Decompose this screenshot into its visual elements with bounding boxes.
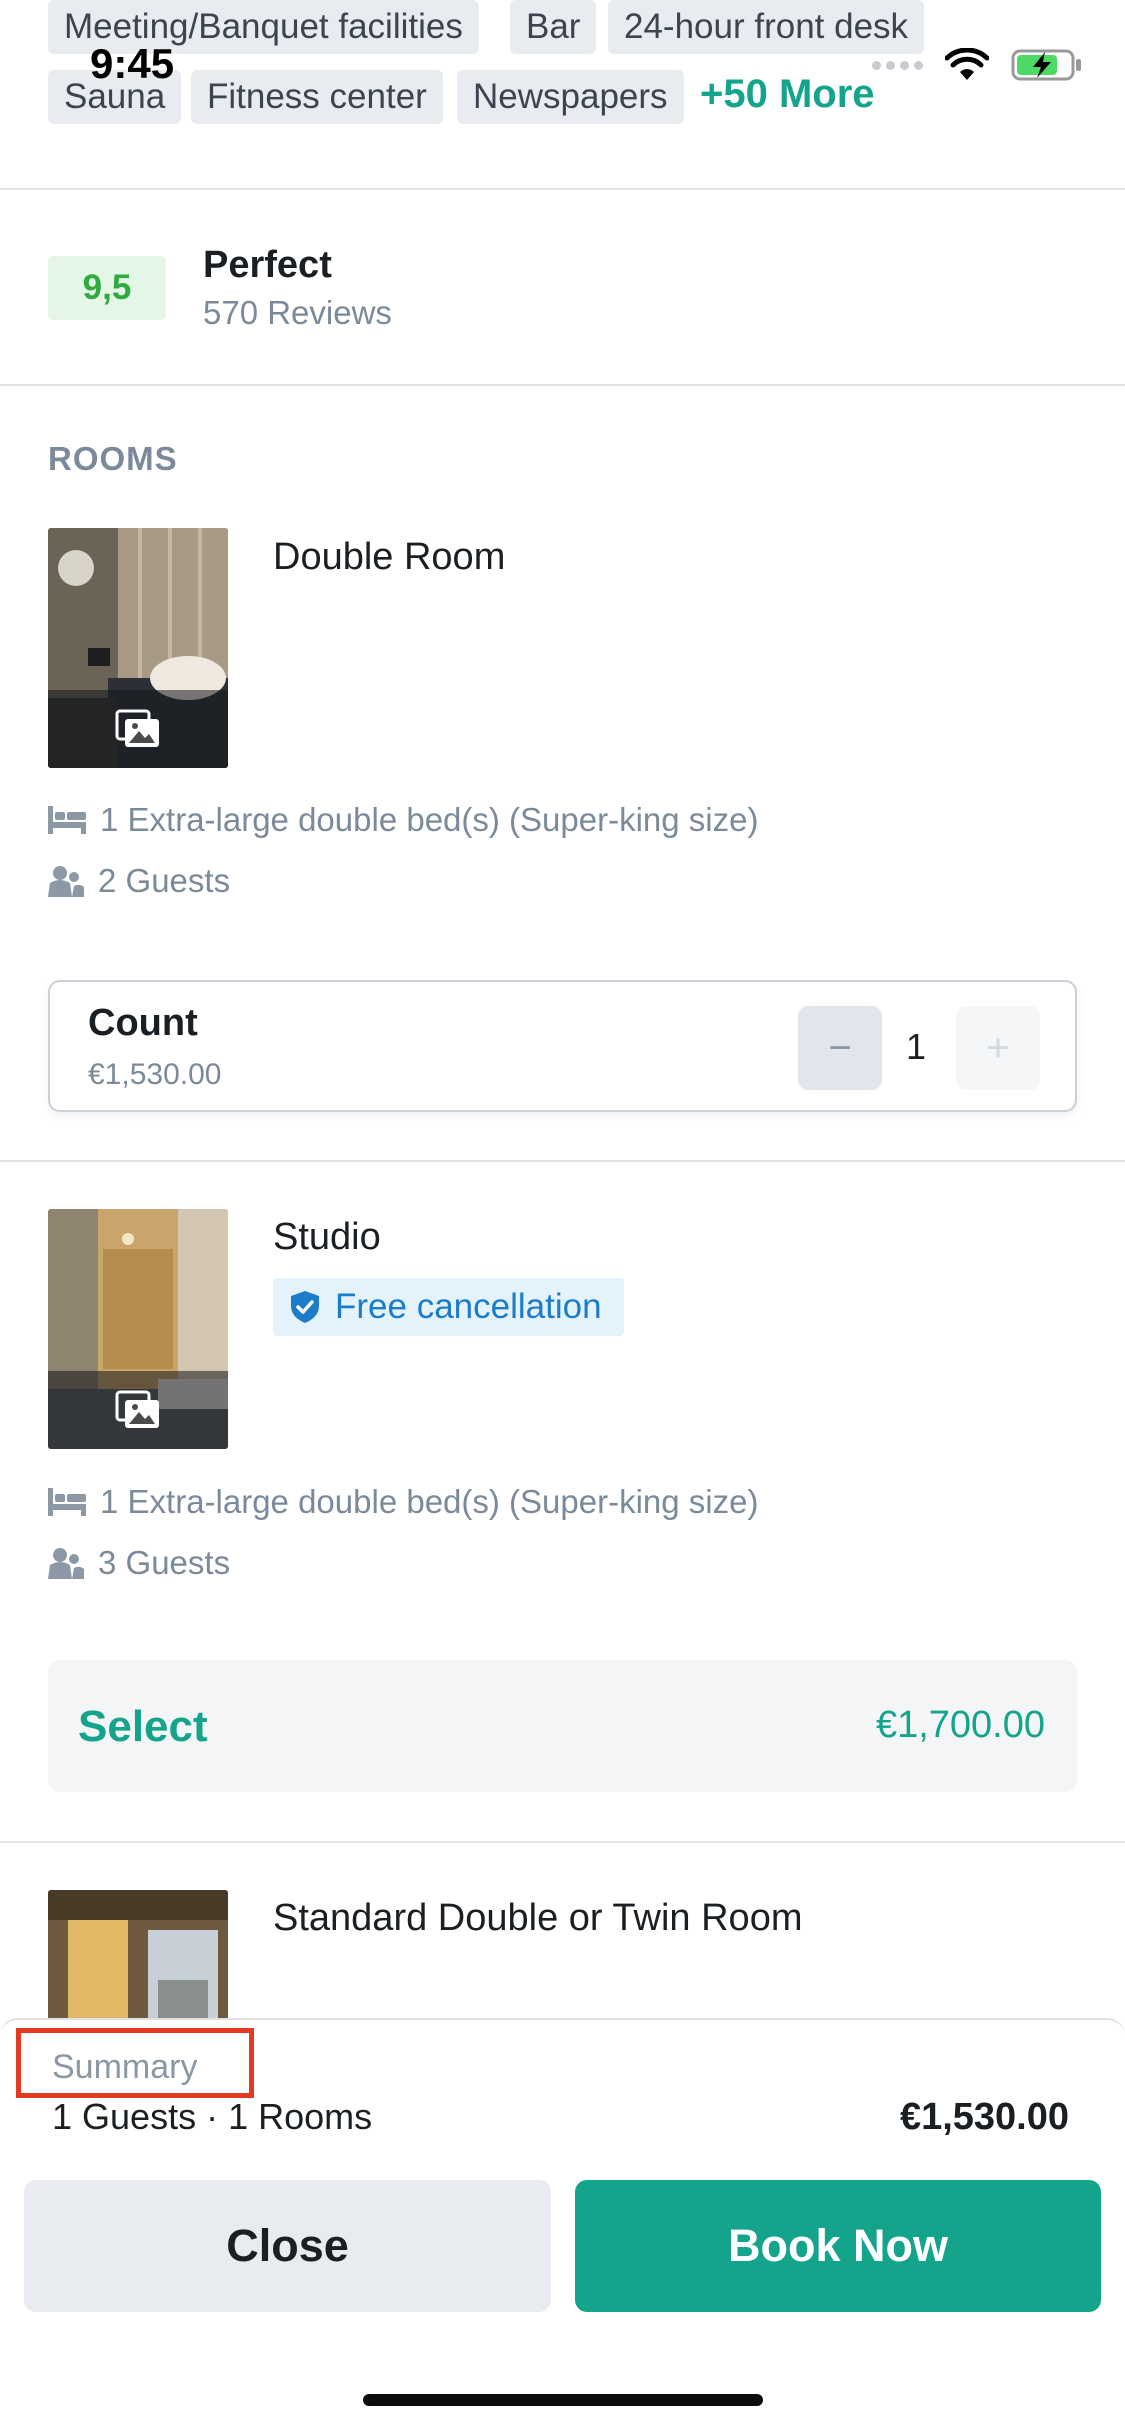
bed-icon — [48, 806, 86, 834]
bed-info: 1 Extra-large double bed(s) (Super-king … — [48, 1483, 758, 1521]
signal-icon — [872, 60, 923, 70]
summary-detail: 1 Guests · 1 Rooms — [52, 2096, 373, 2137]
bed-icon — [48, 1488, 86, 1516]
room-name: Standard Double or Twin Room — [273, 1897, 803, 1939]
free-cancellation-text: Free cancellation — [335, 1287, 602, 1326]
shield-check-icon — [291, 1291, 319, 1323]
booking-summary-sheet: Summary 1 Guests · 1 Rooms €1,530.00 Clo… — [0, 2018, 1125, 2436]
gallery-overlay — [48, 690, 228, 768]
gallery-icon — [115, 1390, 159, 1428]
gallery-overlay — [48, 1371, 228, 1449]
room-photo[interactable] — [48, 1209, 228, 1449]
divider — [0, 384, 1125, 386]
room-name: Studio — [273, 1216, 381, 1258]
divider — [0, 1841, 1125, 1843]
room-count-selector: Count €1,530.00 − 1 + — [48, 980, 1077, 1112]
guests-info: 3 Guests — [48, 1544, 230, 1582]
count-price: €1,530.00 — [88, 1058, 222, 1091]
battery-icon — [1011, 49, 1081, 81]
rooms-section-title: ROOMS — [48, 440, 178, 477]
review-title: Perfect — [203, 244, 332, 286]
count-value: 1 — [905, 1026, 927, 1067]
divider — [0, 1160, 1125, 1162]
room-price: €1,700.00 — [875, 1704, 1045, 1746]
gallery-icon — [115, 709, 159, 747]
select-room-button[interactable]: Select €1,700.00 — [48, 1660, 1077, 1792]
minus-icon: − — [828, 1025, 852, 1070]
review-score-badge: 9,5 — [48, 256, 166, 320]
review-count[interactable]: 570 Reviews — [203, 294, 392, 332]
facility-tag: Newspapers — [457, 70, 684, 124]
room-name: Double Room — [273, 536, 506, 578]
guests-text: 2 Guests — [98, 862, 231, 899]
more-facilities-link[interactable]: +50 More — [700, 72, 875, 117]
count-label: Count — [88, 1002, 198, 1044]
select-label: Select — [78, 1702, 208, 1751]
divider — [0, 188, 1125, 190]
status-time: 9:45 — [90, 40, 175, 87]
room-photo[interactable] — [48, 528, 228, 768]
home-indicator[interactable] — [363, 2394, 763, 2406]
status-icons — [872, 48, 1083, 82]
guests-icon — [48, 866, 84, 897]
guests-info: 2 Guests — [48, 862, 230, 900]
bed-text: 1 Extra-large double bed(s) (Super-king … — [100, 1483, 759, 1520]
book-now-button[interactable]: Book Now — [575, 2180, 1101, 2312]
increment-button[interactable]: + — [956, 1006, 1040, 1090]
free-cancellation-badge: Free cancellation — [273, 1278, 624, 1336]
wifi-icon — [945, 48, 989, 80]
guests-icon — [48, 1548, 84, 1579]
close-button[interactable]: Close — [24, 2180, 551, 2312]
summary-total: €1,530.00 — [899, 2096, 1069, 2138]
facility-tag: Bar — [510, 0, 597, 54]
plus-icon: + — [986, 1025, 1010, 1070]
bed-info: 1 Extra-large double bed(s) (Super-king … — [48, 801, 758, 839]
bed-text: 1 Extra-large double bed(s) (Super-king … — [100, 801, 759, 838]
facility-tag: Fitness center — [191, 70, 443, 124]
facility-tag: 24-hour front desk — [608, 0, 925, 54]
summary-label: Summary — [52, 2048, 198, 2086]
decrement-button[interactable]: − — [798, 1006, 882, 1090]
guests-text: 3 Guests — [98, 1544, 231, 1581]
